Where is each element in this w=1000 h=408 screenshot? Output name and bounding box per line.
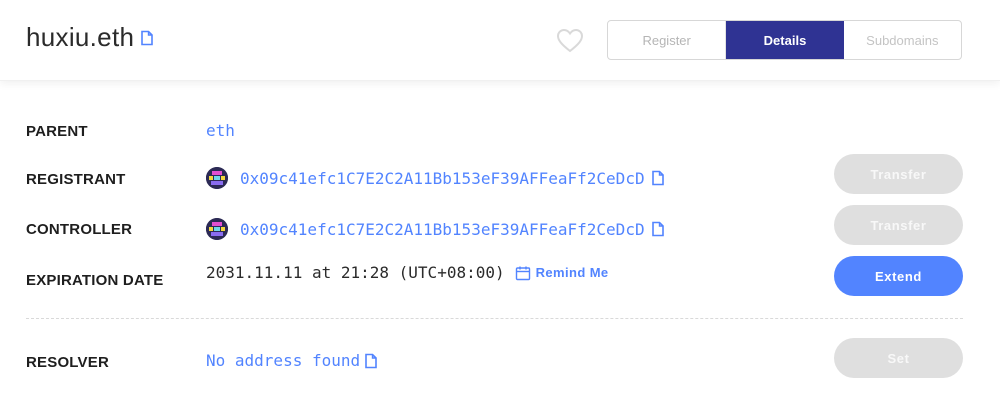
- resolver-row: No address found: [206, 351, 378, 370]
- resolver-label: RESOLVER: [26, 354, 110, 371]
- registrant-address-link[interactable]: 0x09c41efc1C7E2C2A11Bb153eF39AFFeaFf2CeD…: [240, 169, 645, 188]
- remind-me-label: Remind Me: [535, 265, 609, 280]
- controller-address-row: 0x09c41efc1C7E2C2A11Bb153eF39AFFeaFf2CeD…: [206, 218, 665, 240]
- remind-me-button[interactable]: Remind Me: [515, 265, 609, 281]
- extend-button[interactable]: Extend: [834, 256, 963, 296]
- registrant-transfer-button[interactable]: Transfer: [834, 154, 963, 194]
- copy-icon[interactable]: [651, 221, 665, 237]
- expiration-label: EXPIRATION DATE: [26, 272, 164, 289]
- tab-details[interactable]: Details: [726, 21, 844, 59]
- controller-label: CONTROLLER: [26, 221, 133, 238]
- registrant-label: REGISTRANT: [26, 171, 126, 188]
- controller-address-link[interactable]: 0x09c41efc1C7E2C2A11Bb153eF39AFFeaFf2CeD…: [240, 220, 645, 239]
- registrant-address-row: 0x09c41efc1C7E2C2A11Bb153eF39AFFeaFf2CeD…: [206, 167, 665, 189]
- copy-icon[interactable]: [364, 353, 378, 369]
- tab-subdomains[interactable]: Subdomains: [844, 21, 961, 59]
- parent-label: PARENT: [26, 123, 88, 140]
- calendar-icon: [515, 266, 530, 280]
- section-divider: [26, 318, 963, 319]
- tab-register[interactable]: Register: [608, 21, 727, 59]
- avatar: [206, 167, 228, 189]
- parent-link[interactable]: eth: [206, 121, 235, 140]
- avatar: [206, 218, 228, 240]
- domain-name: huxiu.eth: [26, 22, 135, 52]
- heart-icon[interactable]: [556, 28, 584, 54]
- expiration-date: 2031.11.11 at 21:28 (UTC+08:00): [206, 263, 505, 282]
- copy-icon[interactable]: [651, 170, 665, 186]
- page-header: huxiu.eth Register Details Subdomains: [0, 0, 1000, 81]
- copy-icon[interactable]: [140, 30, 154, 46]
- domain-title: huxiu.eth: [26, 22, 154, 53]
- resolver-set-button[interactable]: Set: [834, 338, 963, 378]
- resolver-value[interactable]: No address found: [206, 351, 360, 370]
- controller-transfer-button[interactable]: Transfer: [834, 205, 963, 245]
- expiration-row: 2031.11.11 at 21:28 (UTC+08:00) Remind M…: [206, 263, 609, 282]
- tab-bar: Register Details Subdomains: [607, 20, 962, 60]
